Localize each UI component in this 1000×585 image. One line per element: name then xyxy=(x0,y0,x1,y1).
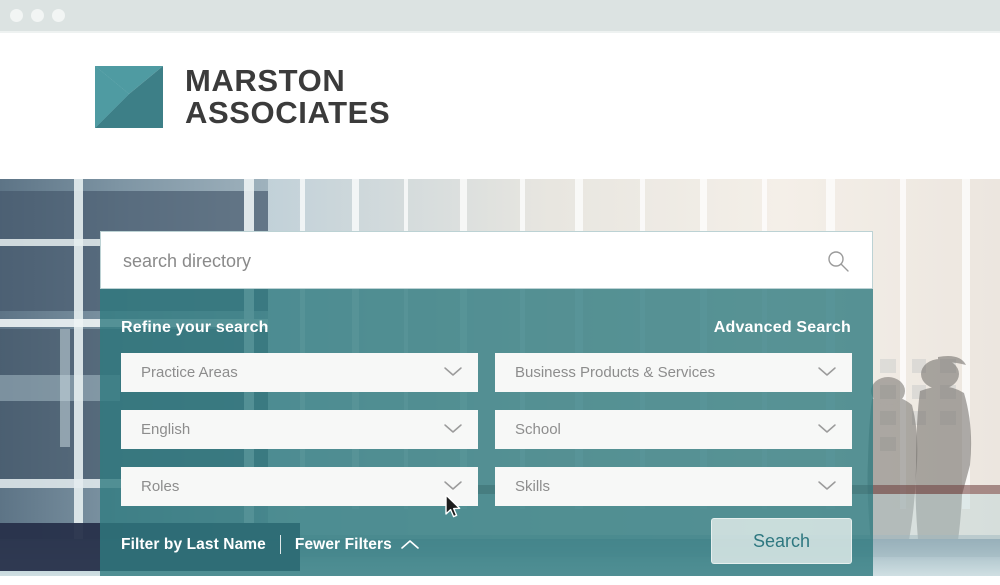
filter-label: School xyxy=(515,421,561,438)
chevron-down-icon xyxy=(818,367,836,376)
panel-footer: Filter by Last Name Fewer Filters Search xyxy=(100,515,873,576)
search-bar xyxy=(100,231,873,290)
filter-by-last-name-link[interactable]: Filter by Last Name xyxy=(121,536,266,554)
filter-label: English xyxy=(141,421,191,438)
filter-grid: Practice Areas Business Products & Servi… xyxy=(121,353,852,506)
marston-m-logo-icon xyxy=(95,65,163,128)
brand-wordmark: MARSTON ASSOCIATES xyxy=(185,65,390,128)
chevron-down-icon xyxy=(444,367,462,376)
maximize-dot[interactable] xyxy=(52,9,65,22)
filter-label: Roles xyxy=(141,478,180,495)
fewer-filters-toggle[interactable]: Fewer Filters xyxy=(295,536,419,554)
filter-select-school[interactable]: School xyxy=(495,410,852,449)
window-controls xyxy=(10,9,65,22)
search-button[interactable]: Search xyxy=(711,518,852,564)
footer-links: Filter by Last Name Fewer Filters xyxy=(121,535,419,554)
filter-label: Practice Areas xyxy=(141,364,238,381)
filter-select-practice-areas[interactable]: Practice Areas xyxy=(121,353,478,392)
site-header: MARSTON ASSOCIATES xyxy=(0,33,1000,179)
advanced-search-link[interactable]: Advanced Search xyxy=(714,319,851,337)
chevron-down-icon xyxy=(444,481,462,490)
chevron-up-icon xyxy=(401,540,419,549)
filter-select-roles[interactable]: Roles xyxy=(121,467,478,506)
chevron-down-icon xyxy=(818,424,836,433)
filter-label: Business Products & Services xyxy=(515,364,716,381)
filter-label: Skills xyxy=(515,478,551,495)
chevron-down-icon xyxy=(444,424,462,433)
page-bottom-edge xyxy=(0,576,1000,585)
filter-select-skills[interactable]: Skills xyxy=(495,467,852,506)
close-dot[interactable] xyxy=(10,9,23,22)
filters-panel: Refine your search Advanced Search Pract… xyxy=(100,289,873,576)
brand-line-1: MARSTON xyxy=(185,63,346,98)
filter-select-language[interactable]: English xyxy=(121,410,478,449)
directory-search-panel: Refine your search Advanced Search Pract… xyxy=(100,231,873,576)
chevron-down-icon xyxy=(818,481,836,490)
hero-section: Refine your search Advanced Search Pract… xyxy=(0,179,1000,576)
browser-chrome-bar xyxy=(0,0,1000,31)
fewer-filters-label: Fewer Filters xyxy=(294,535,392,553)
filter-select-business-products-services[interactable]: Business Products & Services xyxy=(495,353,852,392)
refine-your-search-label: Refine your search xyxy=(121,319,269,336)
footer-divider xyxy=(279,535,281,554)
brand-lockup[interactable]: MARSTON ASSOCIATES xyxy=(95,65,390,128)
minimize-dot[interactable] xyxy=(31,9,44,22)
search-icon[interactable] xyxy=(826,249,850,273)
search-input[interactable] xyxy=(121,232,815,290)
brand-line-2: ASSOCIATES xyxy=(185,94,391,130)
